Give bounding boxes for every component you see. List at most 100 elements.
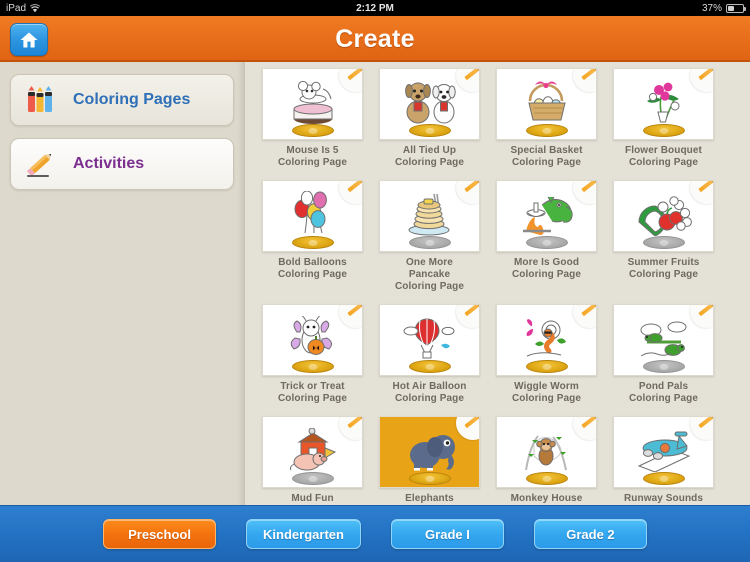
card-thumbnail[interactable] <box>496 416 597 488</box>
card-title: Mud Fun <box>254 493 371 505</box>
pencil-icon <box>464 181 479 193</box>
grade-button-kindergarten[interactable]: Kindergarten <box>246 519 361 549</box>
card-thumbnail[interactable] <box>379 180 480 252</box>
card-title: Flower Bouquet Coloring Page <box>605 145 722 169</box>
card-thumbnail[interactable] <box>613 68 714 140</box>
pencil-icon <box>698 417 713 429</box>
status-bar: iPad 2:12 PM 37% <box>0 0 750 16</box>
coloring-page-card[interactable]: Wiggle Worm Coloring Page <box>488 304 605 405</box>
pencil-icon <box>581 69 596 81</box>
card-pedestal <box>291 124 334 137</box>
card-thumbnail[interactable] <box>262 68 363 140</box>
coloring-page-card[interactable]: All Tied Up Coloring Page <box>371 68 488 169</box>
pencil-icon <box>581 417 596 429</box>
app-header: Create <box>0 16 750 62</box>
status-bar-time: 2:12 PM <box>356 2 394 14</box>
grade-button-grade-i[interactable]: Grade I <box>390 519 504 549</box>
sidebar-item-coloring-pages[interactable]: Coloring Pages <box>10 74 234 126</box>
pencil-icon <box>347 181 362 193</box>
sidebar-item-activities[interactable]: Activities <box>10 138 234 190</box>
card-pedestal <box>642 124 685 137</box>
coloring-page-card[interactable]: Summer Fruits Coloring Page <box>605 180 722 293</box>
card-thumbnail[interactable] <box>262 180 363 252</box>
pencil-icon <box>581 305 596 317</box>
card-thumbnail[interactable] <box>613 416 714 488</box>
card-thumbnail[interactable] <box>496 68 597 140</box>
card-title: Runway Sounds <box>605 493 722 505</box>
card-pedestal <box>291 472 334 485</box>
artwork-figure <box>635 428 693 473</box>
card-title-line: Mouse Is 5 <box>286 145 339 156</box>
card-thumbnail[interactable] <box>613 304 714 376</box>
coloring-page-card[interactable]: Hot Air Balloon Coloring Page <box>371 304 488 405</box>
card-title-line: Coloring Page <box>394 393 465 404</box>
battery-icon <box>726 3 746 13</box>
card-title-line: One More <box>406 257 453 268</box>
card-title: Special Basket Coloring Page <box>488 145 605 169</box>
coloring-page-card[interactable]: Mud Fun <box>254 416 371 505</box>
card-pedestal <box>291 236 334 249</box>
card-title: Mouse Is 5 Coloring Page <box>254 145 371 169</box>
coloring-page-card[interactable]: Runway Sounds <box>605 416 722 505</box>
card-thumbnail[interactable] <box>496 304 597 376</box>
card-title-line: Coloring Page <box>277 393 348 404</box>
card-thumbnail[interactable] <box>496 180 597 252</box>
card-pedestal <box>408 360 451 373</box>
card-title-line: Pond Pals <box>638 381 689 392</box>
status-bar-right: 37% <box>701 2 746 14</box>
card-title-line: Coloring Page <box>628 269 699 280</box>
card-pedestal <box>291 360 334 373</box>
coloring-page-card[interactable]: Bold Balloons Coloring Page <box>254 180 371 293</box>
artwork-figure <box>289 190 337 236</box>
card-thumbnail[interactable] <box>613 180 714 252</box>
pencil-icon <box>464 305 479 317</box>
artwork-figure <box>635 192 693 237</box>
coloring-page-card[interactable]: Special Basket Coloring Page <box>488 68 605 169</box>
artwork-figure <box>401 78 459 124</box>
card-title-line: Coloring Page <box>394 281 465 292</box>
card-title-line: Elephants <box>405 493 454 504</box>
card-thumbnail[interactable] <box>379 416 480 488</box>
card-pedestal <box>525 360 568 373</box>
card-title: Summer Fruits Coloring Page <box>605 257 722 281</box>
battery-percent-label: 37% <box>701 2 722 14</box>
card-title-line: Trick or Treat <box>280 381 345 392</box>
artwork-figure <box>401 429 459 472</box>
coloring-page-card[interactable]: Elephants <box>371 416 488 505</box>
grade-button-label: Grade 2 <box>566 526 615 542</box>
card-title-line: Coloring Page <box>628 157 699 168</box>
card-title-line: Pancake <box>408 269 451 280</box>
card-thumbnail[interactable] <box>379 68 480 140</box>
coloring-page-card[interactable]: Mouse Is 5 Coloring Page <box>254 68 371 169</box>
grade-button-preschool[interactable]: Preschool <box>103 519 217 549</box>
card-thumbnail[interactable] <box>379 304 480 376</box>
coloring-page-card[interactable]: Flower Bouquet Coloring Page <box>605 68 722 169</box>
card-title-line: Wiggle Worm <box>514 381 579 392</box>
card-title-line: Flower Bouquet <box>625 145 702 156</box>
artwork-figure <box>521 318 573 360</box>
pencil-icon <box>464 69 479 81</box>
coloring-page-card[interactable]: One More Pancake Coloring Page <box>371 180 488 293</box>
coloring-page-card[interactable]: Pond Pals Coloring Page <box>605 304 722 405</box>
pencil-icon <box>698 181 713 193</box>
card-thumbnail[interactable] <box>262 304 363 376</box>
card-title-line: All Tied Up <box>402 145 457 156</box>
card-thumbnail[interactable] <box>262 416 363 488</box>
card-title-line: More Is Good <box>513 257 580 268</box>
app-root: iPad 2:12 PM 37% Create Coloring Pages A… <box>0 0 750 562</box>
coloring-page-card[interactable]: More Is Good Coloring Page <box>488 180 605 293</box>
coloring-page-card[interactable]: Monkey House <box>488 416 605 505</box>
coloring-page-card[interactable]: Trick or Treat Coloring Page <box>254 304 371 405</box>
card-title-line: Coloring Page <box>511 157 582 168</box>
card-title-line: Hot Air Balloon <box>392 381 467 392</box>
grade-button-grade-2[interactable]: Grade 2 <box>533 519 647 549</box>
card-title-line: Monkey House <box>510 493 583 504</box>
app-body: Coloring Pages Activities Mouse Is 5 Col… <box>0 62 750 505</box>
card-pedestal <box>525 472 568 485</box>
card-pedestal <box>525 124 568 137</box>
coloring-pages-grid-scroll[interactable]: Mouse Is 5 Coloring Page All Tied Up Col… <box>246 62 750 505</box>
grade-button-label: Preschool <box>128 526 191 542</box>
card-title-line: Runway Sounds <box>623 493 704 504</box>
card-pedestal <box>408 472 451 485</box>
card-pedestal <box>408 236 451 249</box>
